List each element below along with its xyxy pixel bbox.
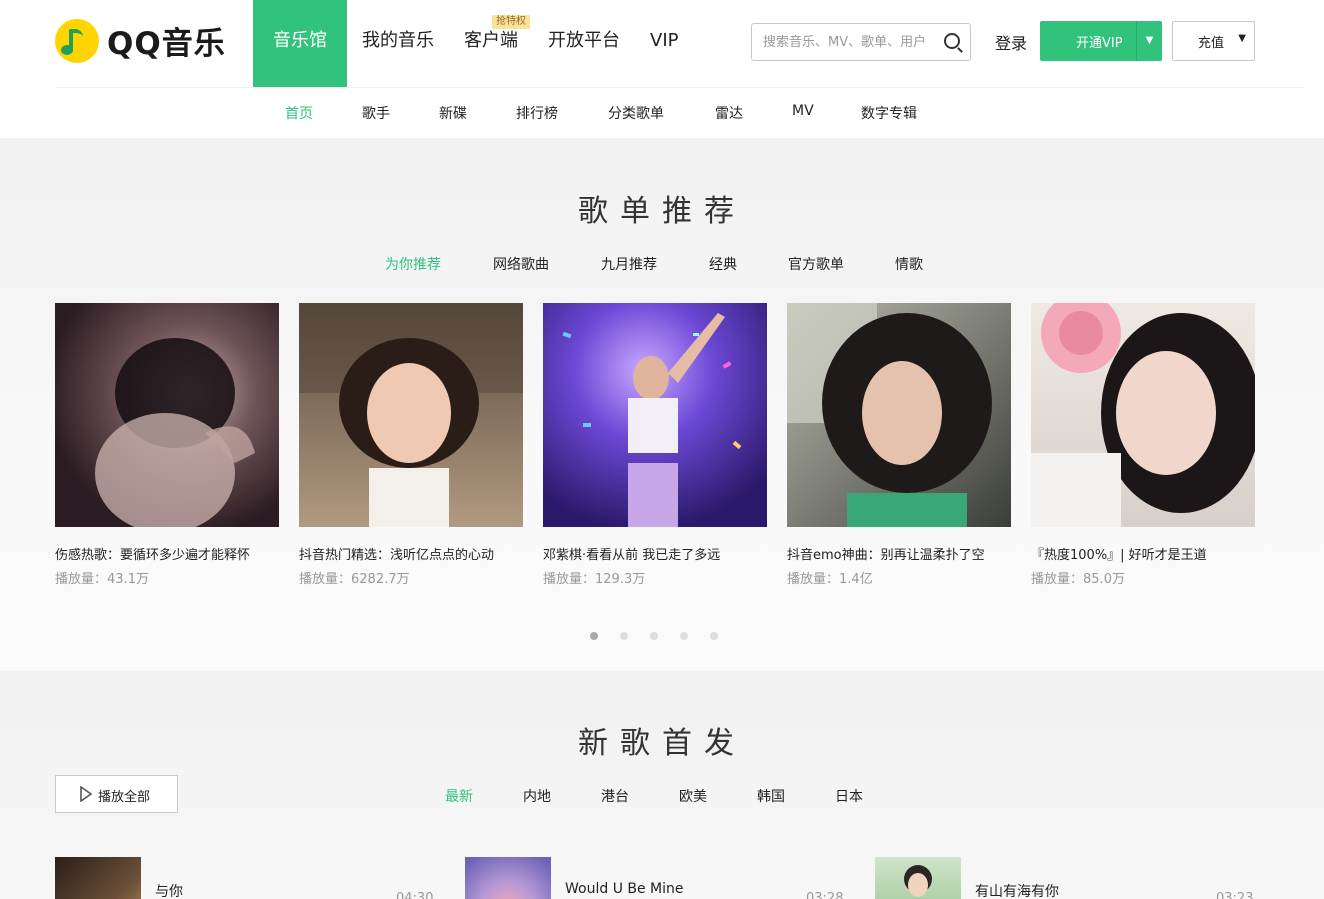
pager-dot[interactable] <box>620 632 628 640</box>
playlist-title[interactable]: 抖音emo神曲：别再让温柔扑了空 <box>787 544 1011 563</box>
tab-internet-songs[interactable]: 网络歌曲 <box>493 254 549 274</box>
brand-logo[interactable]: QQ音乐 <box>55 18 226 63</box>
subnav-singers[interactable]: 歌手 <box>362 103 390 123</box>
tab-official[interactable]: 官方歌单 <box>788 254 844 274</box>
tab-western[interactable]: 欧美 <box>679 786 707 806</box>
nav-client-label: 客户端 <box>464 30 518 51</box>
tab-love-songs[interactable]: 情歌 <box>895 254 923 274</box>
song-cover[interactable] <box>55 857 141 899</box>
privilege-badge: 抢特权 <box>492 15 530 29</box>
nav-vip[interactable]: VIP <box>635 0 693 87</box>
song-row[interactable]: 有山有海有你 03:23 <box>875 857 1275 899</box>
subnav-new-albums[interactable]: 新碟 <box>439 103 467 123</box>
playlist-play-count: 播放量：6282.7万 <box>299 572 410 587</box>
song-row[interactable]: Would U Be Mine 03:28 <box>465 857 865 899</box>
playlist-title[interactable]: 『热度100%』| 好听才是王道 <box>1031 544 1255 563</box>
song-name[interactable]: 有山有海有你 <box>975 881 1059 899</box>
main-nav: 音乐馆 我的音乐 客户端 抢特权 开放平台 VIP <box>253 0 693 87</box>
playlist-cover[interactable] <box>55 303 279 527</box>
tab-korea[interactable]: 韩国 <box>757 786 785 806</box>
pager-dot[interactable] <box>650 632 658 640</box>
music-note-logo-icon <box>55 18 99 63</box>
playlist-title[interactable]: 抖音热门精选：浅听亿点点的心动 <box>299 544 523 563</box>
playlist-play-count: 播放量：85.0万 <box>1031 572 1125 587</box>
playlist-play-count: 播放量：1.4亿 <box>787 572 873 587</box>
song-duration: 04:30 <box>396 891 434 899</box>
playlist-card[interactable]: 抖音emo神曲：别再让温柔扑了空 播放量：1.4亿 <box>787 303 1011 587</box>
playlist-section-title: 歌单推荐 <box>578 194 746 229</box>
nav-music-hall[interactable]: 音乐馆 <box>253 0 347 87</box>
subnav-radar[interactable]: 雷达 <box>715 103 743 123</box>
caret-down-icon[interactable]: ▼ <box>1136 21 1162 61</box>
song-name[interactable]: 与你 <box>155 881 183 899</box>
song-duration: 03:28 <box>806 891 844 899</box>
search-box <box>751 23 971 61</box>
subnav-mv[interactable]: MV <box>792 103 814 119</box>
open-vip-button[interactable]: 开通VIP ▼ <box>1040 21 1162 61</box>
nav-open-platform[interactable]: 开放平台 <box>533 0 635 87</box>
pager-dot[interactable] <box>680 632 688 640</box>
tab-for-you[interactable]: 为你推荐 <box>385 254 441 274</box>
playlist-title[interactable]: 邓紫棋·看看从前 我已走了多远 <box>543 544 767 563</box>
tab-japan[interactable]: 日本 <box>835 786 863 806</box>
playlist-title[interactable]: 伤感热歌：要循环多少遍才能释怀 <box>55 544 279 563</box>
tab-hk-tw[interactable]: 港台 <box>601 786 629 806</box>
site-header: QQ音乐 音乐馆 我的音乐 客户端 抢特权 开放平台 VIP 登录 开通VIP … <box>0 0 1324 87</box>
caret-down-icon: ▼ <box>1238 33 1246 44</box>
playlist-cover[interactable] <box>543 303 767 527</box>
playlist-card[interactable]: 伤感热歌：要循环多少遍才能释怀 播放量：43.1万 <box>55 303 279 587</box>
playlist-tabs: 为你推荐 网络歌曲 九月推荐 经典 官方歌单 情歌 <box>0 254 1324 274</box>
recharge-button[interactable]: 充值 ▼ <box>1172 21 1255 61</box>
playlist-cover[interactable] <box>299 303 523 527</box>
search-input[interactable] <box>752 24 932 60</box>
nav-my-music[interactable]: 我的音乐 <box>347 0 449 87</box>
subnav-category-playlists[interactable]: 分类歌单 <box>608 103 664 123</box>
login-link[interactable]: 登录 <box>995 30 1027 54</box>
new-songs-tabs: 最新 内地 港台 欧美 韩国 日本 <box>0 786 1324 806</box>
search-icon[interactable] <box>944 33 960 49</box>
recharge-label: 充值 <box>1198 36 1225 51</box>
playlist-cover[interactable] <box>787 303 1011 527</box>
subnav-digital-albums[interactable]: 数字专辑 <box>861 103 917 123</box>
pager-dot[interactable] <box>710 632 718 640</box>
subnav-charts[interactable]: 排行榜 <box>516 103 558 123</box>
song-cover[interactable] <box>875 857 961 899</box>
subnav-home[interactable]: 首页 <box>285 103 313 123</box>
tab-latest[interactable]: 最新 <box>445 786 473 806</box>
playlist-play-count: 播放量：129.3万 <box>543 572 646 587</box>
tab-mainland[interactable]: 内地 <box>523 786 551 806</box>
song-duration: 03:23 <box>1216 891 1254 899</box>
carousel-pager <box>590 632 718 640</box>
pager-dot[interactable] <box>590 632 598 640</box>
song-cover[interactable] <box>465 857 551 899</box>
playlist-card[interactable]: 抖音热门精选：浅听亿点点的心动 播放量：6282.7万 <box>299 303 523 587</box>
song-row[interactable]: 与你 04:30 <box>55 857 455 899</box>
playlist-cover[interactable] <box>1031 303 1255 527</box>
tab-september[interactable]: 九月推荐 <box>601 254 657 274</box>
tab-classic[interactable]: 经典 <box>709 254 737 274</box>
sub-nav: 首页 歌手 新碟 排行榜 分类歌单 雷达 MV 数字专辑 <box>0 88 1324 138</box>
brand-name: QQ音乐 <box>107 26 226 62</box>
playlist-play-count: 播放量：43.1万 <box>55 572 149 587</box>
playlist-card[interactable]: 邓紫棋·看看从前 我已走了多远 播放量：129.3万 <box>543 303 767 587</box>
open-vip-label: 开通VIP <box>1076 36 1123 51</box>
nav-client[interactable]: 客户端 抢特权 <box>449 0 533 87</box>
playlist-card[interactable]: 『热度100%』| 好听才是王道 播放量：85.0万 <box>1031 303 1255 587</box>
new-songs-title: 新歌首发 <box>578 726 746 761</box>
song-name[interactable]: Would U Be Mine <box>565 881 684 897</box>
